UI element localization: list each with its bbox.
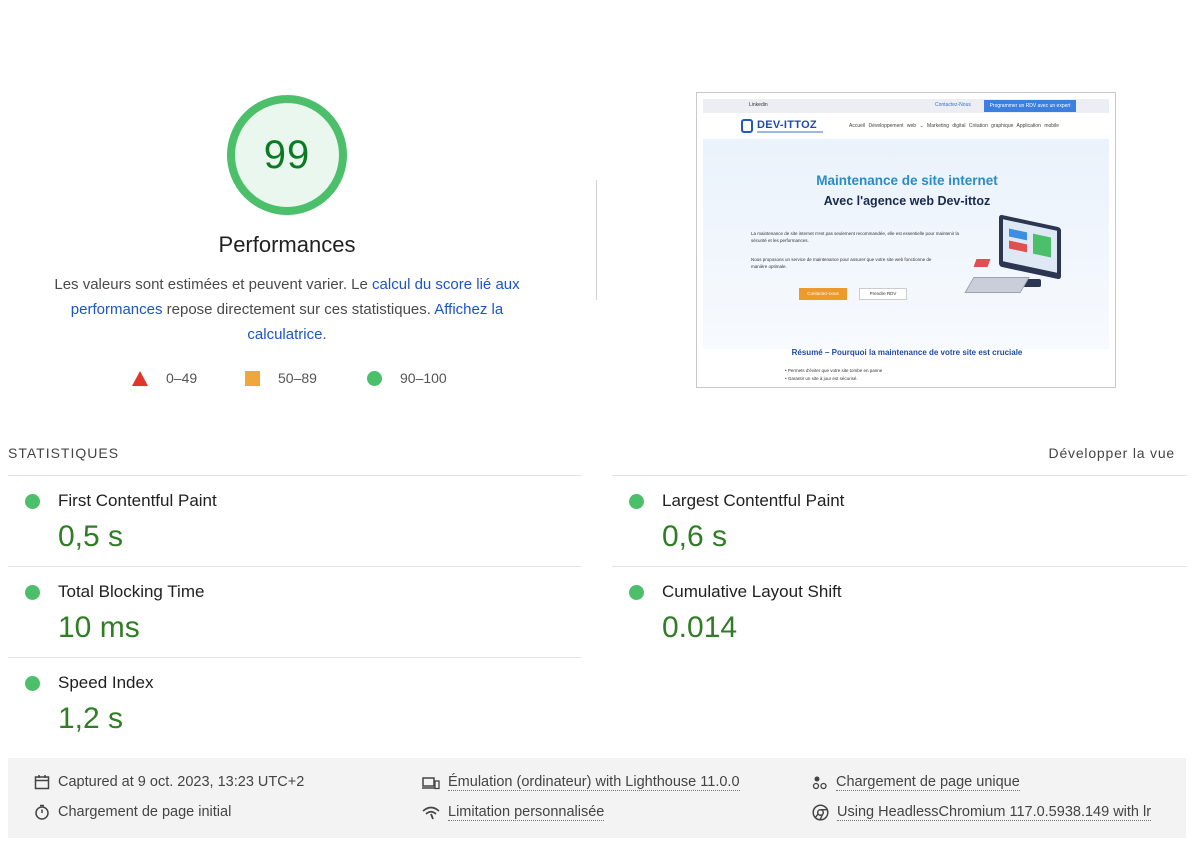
wifi-icon <box>422 806 440 819</box>
logo-icon <box>741 119 753 133</box>
score-description: Les valeurs sont estimées et peuvent var… <box>40 272 534 347</box>
metric-value: 0,6 s <box>662 520 728 553</box>
site-logo: DEV-ITTOZ <box>757 119 817 131</box>
site-menu: Accueil Développement web ⌄ Marketing di… <box>849 123 1060 129</box>
performance-score: 99 <box>263 133 311 177</box>
description-text-end: . <box>322 326 327 343</box>
divider <box>612 566 1187 567</box>
throttling-text: Limitation personnalisée <box>448 804 605 821</box>
emulation[interactable]: Émulation (ordinateur) with Lighthouse 1… <box>422 774 740 791</box>
metric-name: Largest Contentful Paint <box>662 491 845 510</box>
throttling[interactable]: Limitation personnalisée <box>422 804 605 821</box>
screen-block <box>1033 233 1051 258</box>
metric-cls: Cumulative Layout Shift 0.014 <box>612 573 1172 653</box>
bullet-item: • Permets d'éviter que votre site tombe … <box>785 368 883 373</box>
browser-text: Using HeadlessChromium 117.0.5938.149 wi… <box>837 804 1152 821</box>
metric-name: First Contentful Paint <box>58 491 217 510</box>
green-circle-icon <box>629 585 644 600</box>
performance-gauge: 99 <box>226 94 348 216</box>
green-circle-icon <box>25 494 40 509</box>
section-title: Résumé – Pourquoi la maintenance de votr… <box>791 348 1023 357</box>
single-load[interactable]: Chargement de page unique <box>812 774 1020 791</box>
screen-block <box>1009 228 1027 241</box>
metric-speed-index: Speed Index 1,2 s <box>8 664 568 744</box>
captured-at: Captured at 9 oct. 2023, 13:23 UTC+2 <box>34 774 304 790</box>
divider <box>8 657 581 658</box>
legend-label: 90–100 <box>400 370 447 386</box>
hero-subtitle: Avec l'agence web Dev-ittoz <box>823 194 991 208</box>
contact-link: Contactez-Nous <box>935 102 971 108</box>
hero-paragraph: La maintenance de site internet n'est pa… <box>751 231 959 243</box>
gauge-title: Performances <box>218 232 356 257</box>
devices-icon <box>422 776 440 789</box>
bullet-item: • Garantir un site à jour est sécurisé. <box>785 376 858 381</box>
phone-illustration <box>973 259 991 267</box>
captured-text: Captured at 9 oct. 2023, 13:23 UTC+2 <box>58 774 305 790</box>
rdv-button: Programmer un RDV avec un expert <box>984 100 1076 112</box>
monitor-screen <box>1003 219 1057 273</box>
runtime-settings: Captured at 9 oct. 2023, 13:23 UTC+2 Cha… <box>8 758 1186 838</box>
keyboard-illustration <box>964 277 1030 293</box>
chrome-icon <box>812 804 829 821</box>
legend-pass: 90–100 <box>367 370 447 386</box>
description-text-middle: repose directement sur ces statistiques. <box>162 301 435 318</box>
metric-name: Speed Index <box>58 673 154 692</box>
people-icon <box>812 776 827 789</box>
red-triangle-icon <box>132 370 148 386</box>
site-nav: DEV-ITTOZ Accueil Développement web ⌄ Ma… <box>703 115 1109 139</box>
calendar-icon <box>34 775 50 790</box>
metric-fcp: First Contentful Paint 0,5 s <box>8 482 568 562</box>
metric-value: 0,5 s <box>58 520 124 553</box>
metric-name: Cumulative Layout Shift <box>662 582 842 601</box>
linkedin-link: Linkedin <box>749 102 768 108</box>
single-load-text: Chargement de page unique <box>836 774 1020 791</box>
browser-info[interactable]: Using HeadlessChromium 117.0.5938.149 wi… <box>812 804 1152 821</box>
expand-view-toggle[interactable]: Développer la vue <box>1049 445 1175 461</box>
legend-label: 50–89 <box>278 370 317 386</box>
final-screenshot[interactable]: Linkedin Contactez-Nous Programmer un RD… <box>696 92 1116 388</box>
divider <box>8 475 581 476</box>
hero-paragraph: Nous proposons un service de maintenance… <box>751 257 932 269</box>
green-circle-icon <box>25 676 40 691</box>
timer-icon <box>35 804 49 820</box>
green-circle-icon <box>25 585 40 600</box>
divider <box>8 566 581 567</box>
description-text: Les valeurs sont estimées et peuvent var… <box>54 276 373 293</box>
metric-value: 10 ms <box>58 611 140 644</box>
legend-label: 0–49 <box>166 370 198 386</box>
green-circle-icon <box>367 370 382 386</box>
initial-load: Chargement de page initial <box>34 804 231 820</box>
hero-rdv-button: Prendre RDV <box>859 288 907 300</box>
hero-contact-button: Contactez-nous <box>799 288 847 300</box>
initial-load-text: Chargement de page initial <box>58 804 232 820</box>
metric-lcp: Largest Contentful Paint 0,6 s <box>612 482 1172 562</box>
orange-square-icon <box>245 370 260 386</box>
metric-value: 1,2 s <box>58 702 124 735</box>
legend-average: 50–89 <box>245 370 317 386</box>
metric-name: Total Blocking Time <box>58 582 205 601</box>
screen-block <box>1009 240 1027 253</box>
legend-fail: 0–49 <box>132 370 197 386</box>
divider <box>612 475 1187 476</box>
emulation-text: Émulation (ordinateur) with Lighthouse 1… <box>448 774 740 791</box>
logo-underline <box>757 131 823 133</box>
score-legend: 0–49 50–89 90–100 <box>0 370 600 392</box>
site-topbar: Linkedin Contactez-Nous Programmer un RD… <box>703 99 1109 113</box>
green-circle-icon <box>629 494 644 509</box>
metric-value: 0.014 <box>662 611 738 644</box>
stats-header: STATISTIQUES <box>8 445 120 461</box>
vertical-divider <box>596 180 597 300</box>
hero-title: Maintenance de site internet <box>816 173 998 188</box>
metric-tbt: Total Blocking Time 10 ms <box>8 573 568 653</box>
